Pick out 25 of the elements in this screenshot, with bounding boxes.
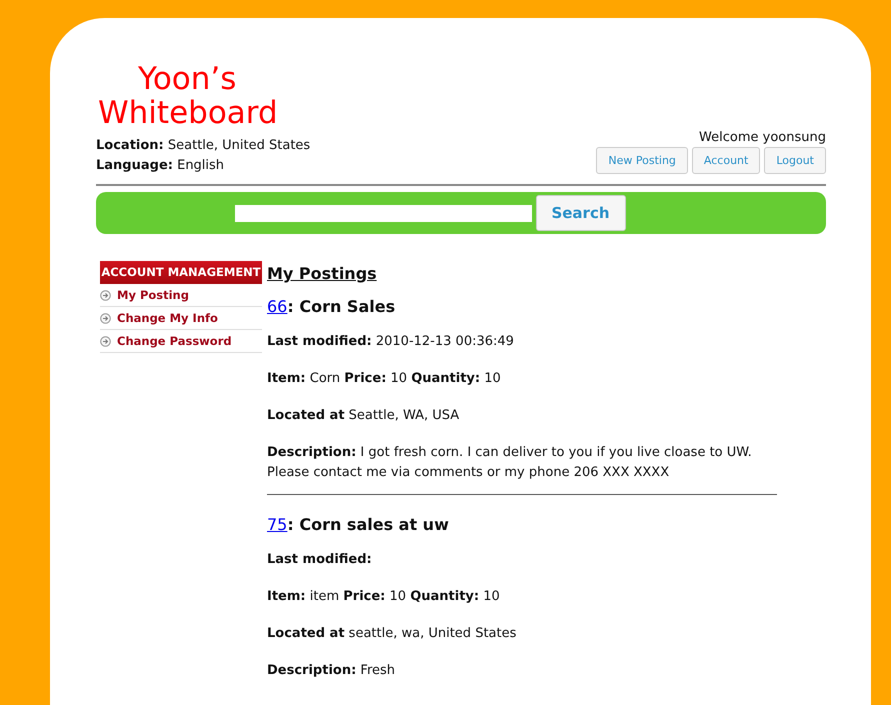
sidebar-link[interactable]: My Posting <box>117 288 189 302</box>
arrow-circle-icon <box>100 290 111 300</box>
site-logo[interactable]: Yoon’s Whiteboard <box>98 62 278 130</box>
search-field[interactable] <box>234 204 532 222</box>
posting-link[interactable]: 75 <box>267 515 288 534</box>
posting-detail: Item: Corn Price: 10 Quantity: 10 <box>267 370 502 388</box>
posting-title: : Corn Sales <box>287 297 396 316</box>
arrow-circle-icon <box>100 312 111 324</box>
arrow-circle-icon <box>100 336 111 346</box>
posting-detail: Item: item Price: 10 Quantity: 10 <box>267 588 501 606</box>
posting-detail: Located at seattle, wa, United States <box>267 625 518 643</box>
posting-detail: Last modified: 2010-12-13 00:36:49 <box>267 333 515 351</box>
sidebar-link[interactable]: Change My Info <box>117 311 218 325</box>
posting-detail: Description: Fresh <box>267 662 396 680</box>
section-heading: My Postings <box>267 264 378 283</box>
sidebar-title: ACCOUNT MANAGEMENT <box>100 261 262 284</box>
posting-link[interactable]: 66 <box>267 297 288 316</box>
posting-title: : Corn sales at uw <box>287 515 449 534</box>
info-text: Language: English <box>96 157 226 175</box>
welcome-text: Welcome yoonsung <box>699 130 826 145</box>
posting-detail: Located at Seattle, WA, USA <box>267 407 460 425</box>
posting-detail: Description: I got fresh corn. I can deliver to you if you live cloase to UW. Please contact me via comments or my phone 206 XXX XXXX <box>267 444 753 482</box>
info-text: Location: Seattle, United States <box>96 137 310 155</box>
sidebar-link[interactable]: Change Password <box>117 334 232 348</box>
posting-detail: Last modified: <box>267 551 373 569</box>
